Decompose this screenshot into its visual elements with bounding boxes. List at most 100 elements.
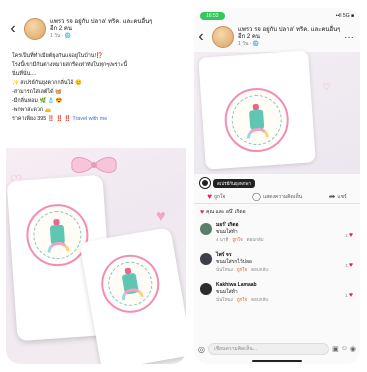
comment-item: Kakhiwa Lamaab ขนมใส่ห้า นั่นโหนง ถูกใจ … — [200, 282, 354, 303]
back-arrow-icon[interactable]: ‹ — [6, 20, 20, 38]
share-button[interactable]: ➦ แชร์ — [329, 192, 347, 201]
comment-button[interactable]: ◯ แสดงความคิดเห็น — [252, 192, 302, 201]
comment-reply-link[interactable]: ตอบกลับ — [251, 266, 268, 273]
ribbon-bow-icon — [71, 157, 117, 173]
caption-line-3: นิ่นที่นั่น.... — [12, 71, 37, 77]
author-name[interactable]: แพรว รจ อยู่กับ ปลาล' ทริค. และคนอื่นๆ — [238, 27, 340, 34]
product-logo — [222, 85, 291, 155]
likes-summary[interactable]: ♥ คุณ และ อนี' เกิดอ — [200, 208, 246, 216]
comment-text: ขนมใส่รกไว้ปลอ — [216, 259, 252, 265]
screenshot-canvas: ‹ แพรว รจ อยู่กับ ปลาล' ทริค. และคนอื่นๆ… — [0, 0, 367, 372]
heart-icon: ♥ — [348, 232, 353, 239]
caption-line-4: ✨ สเปรย์กันยุงตากกลิ่นไอ้ 😊 — [12, 80, 82, 86]
post-caption: ใครเป็นที่ทำเมียต์ยุงกันแจอยู่ในบ้าน!⁉️ … — [12, 52, 180, 124]
share-label: แชร์ — [337, 193, 347, 200]
caption-line-5: -สามารถใส่เลต์ได้ 🧺 — [12, 89, 62, 95]
comment-meta: นั่นโหนง ถูกใจ ตอบกลับ — [216, 296, 345, 303]
comment-icon: ◯ — [251, 192, 261, 201]
avatar[interactable] — [24, 18, 46, 40]
comment-like-link[interactable]: ถูกใจ — [237, 266, 247, 273]
post-header: ‹ แพรว รจ อยู่กับ ปลาล' ทริค. และคนอื่นๆ… — [6, 18, 186, 40]
commenter-name[interactable]: Kakhiwa Lamaab — [216, 282, 345, 289]
caption-line-7: -พกพาสะดวก 👝 — [12, 107, 52, 113]
caption-line-1-mark: ⁉️ — [96, 53, 103, 59]
comment-reaction: 1♥ — [345, 232, 354, 243]
right-post-screen: 16:53 ••ll 5G ■ ‹ แพรว รจ อยู่กับ ปลาล' … — [194, 8, 360, 364]
caption-link[interactable]: Travel with me — [72, 116, 107, 122]
comment-time: นั่นโหนง — [216, 297, 233, 302]
post-actions: ♥ ถูกใจ ◯ แสดงความคิดเห็น ➦ แชร์ — [194, 190, 360, 204]
heart-icon: ♡ — [322, 82, 331, 93]
photo-icon[interactable]: ◉ — [350, 345, 356, 353]
comment-like-link[interactable]: ถูกใจ — [232, 236, 242, 243]
commenter-name[interactable]: มอร์' เกิดอ — [216, 222, 345, 229]
location-tag-label: สเปรย์กันยุงพกพา — [213, 178, 256, 188]
caption-line-6: -มีกลิ่นหอม 🌿 🧴 😍 — [12, 98, 63, 104]
comment-meta: 4 นาที ถูกใจ ตอบกลับ — [216, 236, 345, 243]
location-pin-icon — [200, 178, 210, 188]
heart-icon: ♥ — [348, 262, 353, 269]
likes-text: คุณ และ อนี' เกิดอ — [206, 209, 246, 215]
location-tag[interactable]: สเปรย์กันยุงพกพา — [200, 178, 256, 188]
caption-line-1: ใครเป็นที่ทำเมียต์ยุงกันแจอยู่ในบ้าน! — [12, 53, 96, 59]
commenter-avatar[interactable] — [200, 283, 212, 295]
heart-icon: ♥ — [348, 292, 353, 299]
home-indicator — [252, 360, 302, 362]
status-signal: ••ll 5G ■ — [335, 13, 354, 19]
comment-input-bar: ◎ เขียนความคิดเห็น... ▣ ☺ ◉ — [198, 342, 356, 356]
like-icon: ♥ — [207, 192, 213, 201]
commenter-name[interactable]: ไพร์ จร — [216, 252, 345, 259]
caption-line-2: โรงนี้เขามีกันต่างหมายสกรีดเท่าทังในทุกๆ… — [12, 62, 128, 68]
sticker-icon[interactable]: ☺ — [341, 345, 348, 353]
status-bar: 16:53 ••ll 5G ■ — [200, 11, 354, 21]
caption-price: ราคาเพียง 395 — [12, 116, 47, 122]
like-label: ถูกใจ — [214, 193, 226, 200]
reaction-heart-icon: ♥ — [200, 208, 205, 216]
comment-meta: นั่นโหนง ถูกใจ ตอบกลับ — [216, 266, 345, 273]
product-logo — [24, 202, 91, 269]
post-meta: 1 วัน · 🌐 — [50, 33, 72, 39]
author-name-cont[interactable]: อีก 2 คน — [50, 26, 152, 33]
product-card — [79, 226, 186, 364]
caption-price-marks: ‼️ ‼️ ‼️ — [47, 116, 71, 122]
comment-reply-link[interactable]: ตอบกลับ — [251, 296, 268, 303]
comment-reaction: 1♥ — [345, 292, 354, 303]
comment-like-count: 1 — [345, 293, 348, 298]
product-card — [198, 50, 316, 170]
commenter-avatar[interactable] — [200, 223, 212, 235]
comment-time: 4 นาที — [216, 237, 229, 242]
comment-label: แสดงความคิดเห็น — [262, 193, 303, 200]
gif-icon[interactable]: ▣ — [332, 345, 339, 353]
share-icon: ➦ — [328, 192, 336, 201]
comment-like-count: 1 — [345, 263, 348, 268]
comment-text: ขนมใส่ห้า — [216, 229, 238, 235]
left-post-screen: ‹ แพรว รจ อยู่กับ ปลาล' ทริค. และคนอื่นๆ… — [6, 8, 186, 364]
comment-text: ขนมใส่ห้า — [216, 289, 238, 295]
like-button[interactable]: ♥ ถูกใจ — [207, 192, 225, 201]
author-name-cont[interactable]: อีก 2 คน — [238, 34, 340, 41]
post-author-block: แพรว รจ อยู่กับ ปลาล' ทริค. และคนอื่นๆ อ… — [50, 19, 152, 39]
comment-reply-link[interactable]: ตอบกลับ — [247, 236, 264, 243]
post-author-block: แพรว รจ อยู่กับ ปลาล' ทริค. และคนอื่นๆ อ… — [238, 27, 340, 47]
comment-like-link[interactable]: ถูกใจ — [237, 296, 247, 303]
avatar[interactable] — [212, 26, 234, 48]
heart-icon: ♥ — [156, 208, 166, 225]
product-photo[interactable]: ♡ ♥ ♡ — [6, 148, 186, 364]
back-arrow-icon[interactable]: ‹ — [194, 28, 208, 46]
comment-like-count: 1 — [345, 233, 348, 238]
post-meta: 1 วัน · 🌐 — [238, 41, 260, 47]
product-logo — [96, 250, 164, 318]
comment-input[interactable]: เขียนความคิดเห็น... — [207, 343, 330, 355]
camera-icon[interactable]: ◎ — [198, 345, 205, 354]
comment-item: มอร์' เกิดอ ขนมใส่ห้า 4 นาที ถูกใจ ตอบกล… — [200, 222, 354, 243]
comment-time: นั่นโหนง — [216, 267, 233, 272]
author-name[interactable]: แพรว รจ อยู่กับ ปลาล' ทริค. และคนอื่นๆ — [50, 19, 152, 26]
commenter-avatar[interactable] — [200, 253, 212, 265]
input-actions: ▣ ☺ ◉ — [332, 345, 356, 353]
comment-reaction: 1♥ — [345, 262, 354, 273]
post-header: ‹ แพรว รจ อยู่กับ ปลาล' ทริค. และคนอื่นๆ… — [194, 26, 360, 48]
status-time: 16:53 — [200, 12, 225, 20]
more-options-icon[interactable]: ··· — [344, 32, 360, 43]
comment-item: ไพร์ จร ขนมใส่รกไว้ปลอ นั่นโหนง ถูกใจ ตอ… — [200, 252, 354, 273]
product-photo[interactable]: ♡ สเปรย์กันยุงพกพา — [194, 50, 360, 188]
